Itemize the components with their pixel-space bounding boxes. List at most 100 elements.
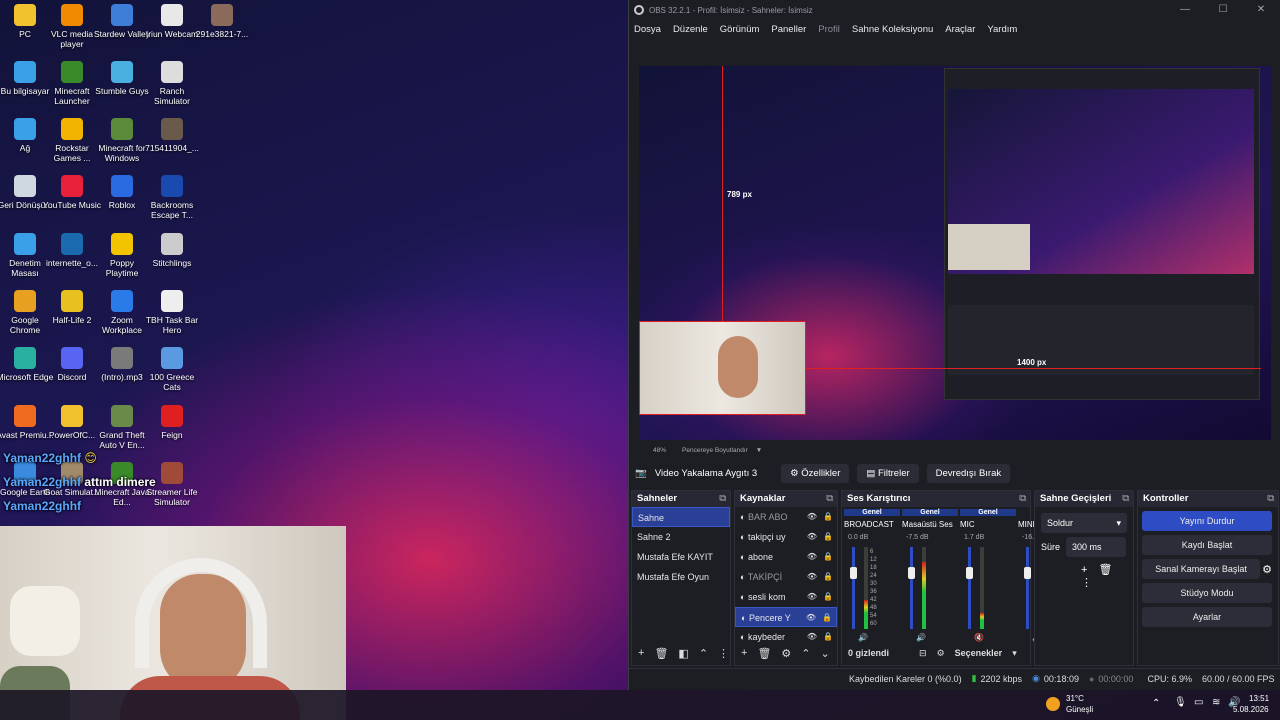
menu-item-edit[interactable]: Düzenle [673, 24, 708, 35]
menu-item-scene-collection[interactable]: Sahne Koleksiyonu [852, 24, 933, 35]
chevron-up-icon[interactable]: ⌃ [1152, 698, 1160, 709]
filter-icon[interactable]: ◧ [678, 647, 688, 660]
menu-item-profile[interactable]: Profil [818, 24, 840, 35]
weather-temp[interactable]: 31°C [1066, 694, 1084, 703]
menu-item-docks[interactable]: Paneller [771, 24, 806, 35]
visibility-eye-icon[interactable]: 👁 [807, 547, 817, 567]
lock-icon[interactable]: 🔒 [823, 527, 833, 547]
layout-icon[interactable]: ⊟ [919, 648, 927, 659]
trash-icon[interactable]: 🗑 [654, 647, 668, 660]
microphone-icon[interactable]: 🎙 [1174, 697, 1187, 708]
desktop-icon[interactable]: Ranch Simulator [143, 61, 201, 106]
visibility-eye-icon[interactable]: 👁 [807, 587, 817, 607]
preview-webcam-source[interactable] [639, 321, 806, 415]
visibility-eye-icon[interactable]: 👁 [807, 567, 817, 587]
source-item[interactable]: ◐ Pencere Y 👁 🔒 [735, 607, 837, 627]
start-virtual-camera-button[interactable]: Sanal Kamerayı Başlat [1142, 559, 1261, 579]
add-icon[interactable]: + [638, 647, 644, 659]
menu-item-tools[interactable]: Araçlar [945, 24, 975, 35]
minimize-icon[interactable]: — [1166, 0, 1204, 20]
lock-icon[interactable]: 🔒 [823, 567, 833, 587]
fader-handle[interactable] [908, 567, 915, 579]
source-item[interactable]: ◐ TAKİPÇİ 👁 🔒 [735, 567, 837, 587]
duration-input[interactable]: 300 ms [1066, 537, 1127, 557]
scene-item[interactable]: Mustafa Efe KAYIT [632, 547, 730, 567]
display-icon[interactable]: ▭ [1194, 697, 1203, 708]
desktop-icon[interactable]: 715411904_... [143, 118, 201, 153]
volume-fader[interactable] [968, 547, 971, 629]
trash-icon[interactable]: 🗑 [757, 647, 771, 660]
source-item[interactable]: ◐ BAR ABO 👁 🔒 [735, 507, 837, 527]
source-item[interactable]: ◐ sesli kom 👁 🔒 [735, 587, 837, 607]
down-arrow-icon[interactable]: ⌄ [821, 647, 830, 660]
lock-icon[interactable]: 🔒 [823, 587, 833, 607]
scene-item[interactable]: Sahne 2 [632, 527, 730, 547]
fader-handle[interactable] [966, 567, 973, 579]
source-item[interactable]: ◐ takipçi uy 👁 🔒 [735, 527, 837, 547]
menu-item-view[interactable]: Görünüm [720, 24, 760, 35]
deactivate-button[interactable]: Devredışı Bırak [926, 463, 1011, 483]
chevron-down-icon[interactable]: ▾ [1012, 648, 1017, 659]
properties-button[interactable]: ⚙ Özellikler [781, 463, 850, 483]
scene-item[interactable]: Mustafa Efe Oyun [632, 567, 730, 587]
gear-icon[interactable]: ⚙ [781, 647, 791, 660]
desktop-icon[interactable]: Feign [143, 405, 201, 440]
volume-fader[interactable] [1026, 547, 1029, 629]
desktop-icon[interactable]: TBH Task Bar Hero [143, 290, 201, 335]
add-icon[interactable]: + [741, 647, 747, 659]
lock-icon[interactable]: 🔒 [822, 608, 832, 626]
more-icon[interactable]: ⋮ [1081, 577, 1092, 589]
volume-fader[interactable] [852, 547, 855, 629]
maximize-icon[interactable]: ☐ [1204, 0, 1242, 20]
transition-select[interactable]: Soldur ▾ [1041, 513, 1127, 533]
visibility-eye-icon[interactable]: 👁 [807, 527, 817, 547]
volume-fader[interactable] [910, 547, 913, 629]
close-icon[interactable]: ✕ [1242, 0, 1280, 20]
channel-name[interactable]: Masaüstü Ses [902, 520, 954, 529]
lock-icon[interactable]: 🔒 [823, 507, 833, 527]
clock-time[interactable]: 13:51 [1249, 694, 1269, 703]
more-icon[interactable]: ⋮ [718, 647, 729, 660]
lock-icon[interactable]: 🔒 [823, 547, 833, 567]
weather-desc[interactable]: Güneşli [1066, 705, 1093, 714]
zoom-level[interactable]: 48% [653, 447, 666, 454]
studio-mode-button[interactable]: Stüdyo Modu [1142, 583, 1272, 603]
source-item[interactable]: ◐ abone 👁 🔒 [735, 547, 837, 567]
link-icon[interactable]: ⚙ [937, 648, 945, 659]
desktop-icon[interactable]: 291e3821-7... [193, 4, 251, 39]
dock-float-icon[interactable]: ⧉ [826, 491, 833, 507]
filters-button[interactable]: ▤ Filtreler [857, 463, 919, 483]
dock-float-icon[interactable]: ⧉ [1019, 491, 1026, 507]
desktop-icon[interactable]: Stitchlings [143, 233, 201, 268]
channel-name[interactable]: BROADCAST [844, 520, 896, 529]
chevron-down-icon[interactable]: ▼ [756, 447, 762, 454]
preview-canvas[interactable]: 789 px 1400 px [639, 66, 1271, 440]
desktop-icon[interactable]: Backrooms Escape T... [143, 175, 201, 220]
dock-float-icon[interactable]: ⧉ [1122, 491, 1129, 507]
options-button[interactable]: Seçenekler [955, 648, 1003, 658]
trash-icon[interactable]: 🗑 [1099, 564, 1113, 576]
settings-button[interactable]: Ayarlar [1142, 607, 1272, 627]
weather-sun-icon[interactable] [1046, 697, 1060, 711]
add-icon[interactable]: + [1081, 564, 1087, 576]
desktop-icon[interactable]: 100 Greece Cats [143, 347, 201, 392]
fader-handle[interactable] [850, 567, 857, 579]
dock-float-icon[interactable]: ⧉ [1267, 491, 1274, 507]
obs-titlebar[interactable]: OBS 32.2.1 - Profil: İsimsiz - Sahneler:… [629, 0, 1280, 20]
menu-item-file[interactable]: Dosya [634, 24, 661, 35]
visibility-eye-icon[interactable]: 👁 [807, 507, 817, 527]
start-recording-button[interactable]: Kaydı Başlat [1142, 535, 1272, 555]
up-arrow-icon[interactable]: ⌃ [801, 647, 810, 660]
gear-icon[interactable]: ⚙ [1262, 563, 1272, 576]
visibility-eye-icon[interactable]: 👁 [806, 608, 816, 626]
channel-name[interactable]: MIC [960, 520, 1012, 529]
wifi-icon[interactable]: ≋ [1212, 697, 1220, 708]
dock-float-icon[interactable]: ⧉ [719, 491, 726, 507]
zoom-mode[interactable]: Pencereye Boyutlandır [682, 447, 748, 454]
stop-streaming-button[interactable]: Yayını Durdur [1142, 511, 1272, 531]
scene-item[interactable]: Sahne [632, 507, 730, 527]
clock-date[interactable]: 5.08.2026 [1233, 705, 1269, 714]
menu-item-help[interactable]: Yardım [987, 24, 1017, 35]
fader-handle[interactable] [1024, 567, 1031, 579]
up-arrow-icon[interactable]: ⌃ [699, 647, 708, 660]
